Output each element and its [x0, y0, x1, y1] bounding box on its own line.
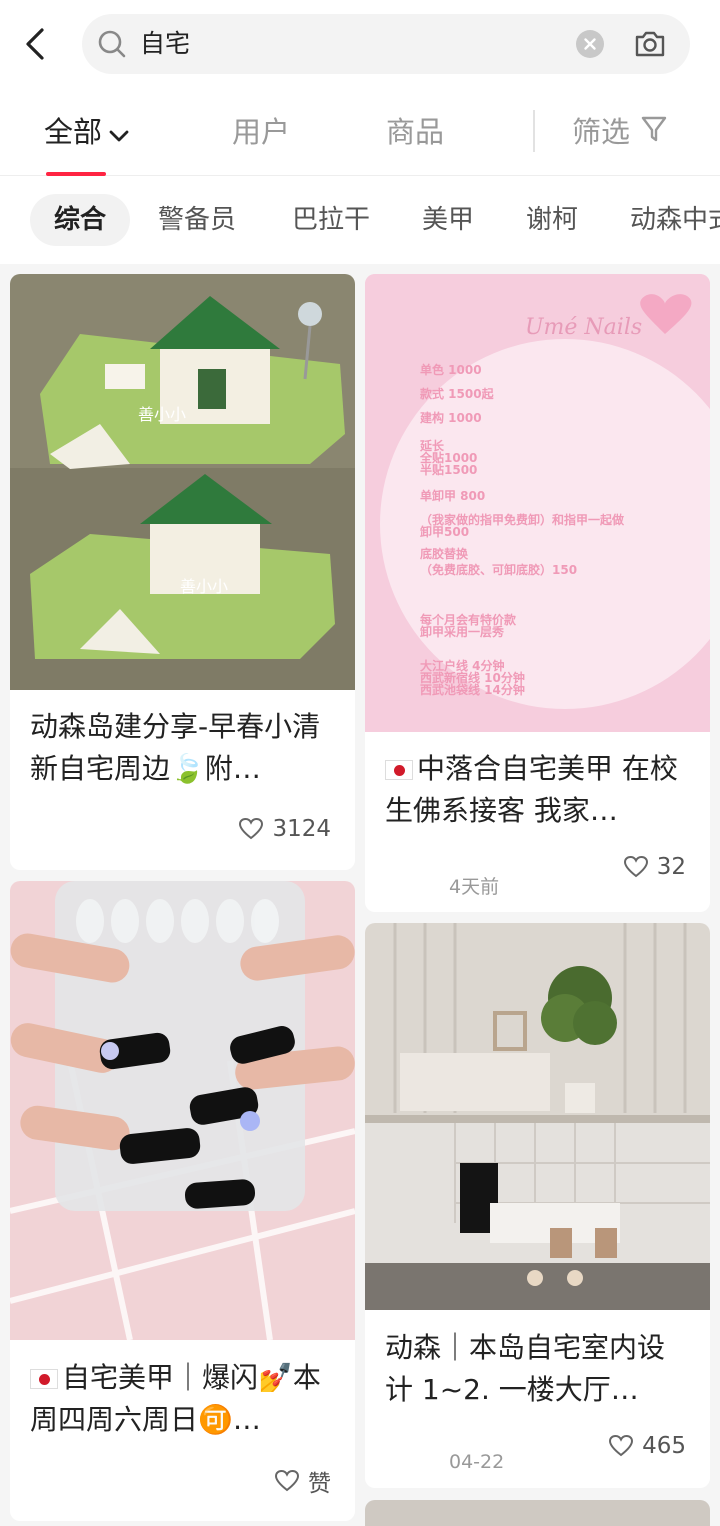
- chip-keyword[interactable]: 动森中式: [630, 194, 720, 246]
- price-list-line: 款式 1500起: [420, 386, 495, 401]
- heart-icon: [609, 1434, 634, 1457]
- like-button[interactable]: 465: [608, 1433, 686, 1459]
- note-cover-image[interactable]: 善小小 善小小: [10, 274, 355, 690]
- chip-keyword[interactable]: 巴拉干: [292, 194, 370, 246]
- note-card[interactable]: [365, 1500, 710, 1526]
- camera-search-icon[interactable]: [632, 26, 668, 62]
- note-cover-image[interactable]: [10, 881, 355, 1340]
- note-cover-image[interactable]: [365, 923, 710, 1310]
- image-watermark: 善小小: [138, 405, 186, 424]
- filter-label: 筛选: [572, 115, 631, 149]
- note-card[interactable]: 善小小 善小小 动森岛建分享-早春小清新自宅周边🍃附… 3124: [10, 274, 355, 870]
- price-list-line: 卸甲500: [420, 524, 469, 539]
- chip-keyword[interactable]: 美甲: [422, 194, 474, 246]
- post-time: 4天前: [449, 876, 500, 898]
- tab-divider: [533, 110, 535, 152]
- chip-keyword[interactable]: 警备员: [158, 194, 236, 246]
- active-tab-indicator: [46, 172, 106, 176]
- post-date: 04-22: [449, 1451, 505, 1473]
- note-cover-image[interactable]: [365, 1500, 710, 1526]
- search-icon: [96, 28, 128, 60]
- tab-goods[interactable]: 商品: [386, 112, 444, 152]
- filter-button[interactable]: 筛选: [572, 112, 668, 154]
- price-list-line: （免费底胶、可卸底胶）150: [420, 562, 577, 577]
- image-watermark: 善小小: [180, 577, 228, 596]
- back-arrow-icon[interactable]: [18, 24, 54, 64]
- heart-icon: [274, 1469, 300, 1492]
- price-list-line: 卸甲采用一层秀: [420, 624, 505, 639]
- note-cover-image[interactable]: Umé Nails 单色 1000 款式 1500起 建构 1000 延长 全贴1000…: [365, 274, 710, 732]
- image-brand: Umé Nails: [525, 315, 642, 340]
- chip-comprehensive[interactable]: 综合: [30, 194, 131, 246]
- chip-keyword[interactable]: 谢柯: [526, 194, 578, 246]
- like-button[interactable]: 赞: [274, 1464, 331, 1498]
- note-card[interactable]: 自宅美甲｜爆闪💅本周四周六周日🉑… 赞: [10, 881, 355, 1521]
- filter-funnel-icon: [640, 114, 668, 154]
- note-title[interactable]: 中落合自宅美甲 在校生佛系接客 我家…: [385, 748, 692, 832]
- like-button[interactable]: 32: [623, 854, 686, 880]
- note-title-text: 自宅美甲｜爆闪💅本周四周六周日🉑…: [30, 1361, 321, 1436]
- japan-flag-icon: [385, 760, 413, 780]
- like-count: 465: [642, 1433, 686, 1459]
- result-tabs: 全部 用户 商品 筛选: [0, 92, 720, 176]
- price-list-line: 单卸甲 800: [420, 488, 485, 503]
- tab-all[interactable]: 全部: [44, 112, 130, 154]
- price-list-line: 单色 1000: [420, 362, 482, 377]
- price-list-line: 建构 1000: [419, 410, 482, 425]
- tab-users[interactable]: 用户: [232, 112, 290, 152]
- note-title[interactable]: 动森岛建分享-早春小清新自宅周边🍃附…: [30, 706, 337, 790]
- japan-flag-icon: [30, 1369, 58, 1389]
- like-count: 赞: [308, 1471, 331, 1497]
- price-list-line: 西武池袋线 14分钟: [420, 682, 525, 697]
- keyword-chips: 综合 警备员 巴拉干 美甲 谢柯 动森中式: [0, 178, 720, 264]
- top-bar: 自宅: [0, 0, 720, 88]
- note-title[interactable]: 动森｜本岛自宅室内设计 1~2. 一楼大厅 3~4…: [385, 1327, 692, 1411]
- chevron-down-icon: [108, 114, 130, 154]
- note-title-text: 中落合自宅美甲 在校生佛系接客 我家…: [385, 752, 678, 827]
- like-count: 3124: [272, 816, 331, 842]
- heart-icon: [623, 855, 648, 878]
- search-query[interactable]: 自宅: [140, 27, 190, 61]
- like-count: 32: [656, 854, 686, 880]
- heart-icon: [239, 817, 264, 840]
- like-button[interactable]: 3124: [238, 816, 331, 842]
- note-card[interactable]: 动森｜本岛自宅室内设计 1~2. 一楼大厅 3~4… 04-22 465: [365, 923, 710, 1488]
- price-list-line: 底胶替换: [420, 546, 469, 561]
- note-card[interactable]: Umé Nails 单色 1000 款式 1500起 建构 1000 延长 全贴1000…: [365, 274, 710, 912]
- search-box[interactable]: 自宅: [82, 14, 690, 74]
- clear-search-icon[interactable]: [576, 30, 604, 58]
- price-list-line: 半贴1500: [420, 462, 477, 477]
- note-title[interactable]: 自宅美甲｜爆闪💅本周四周六周日🉑…: [30, 1357, 337, 1441]
- tab-all-label: 全部: [44, 115, 103, 149]
